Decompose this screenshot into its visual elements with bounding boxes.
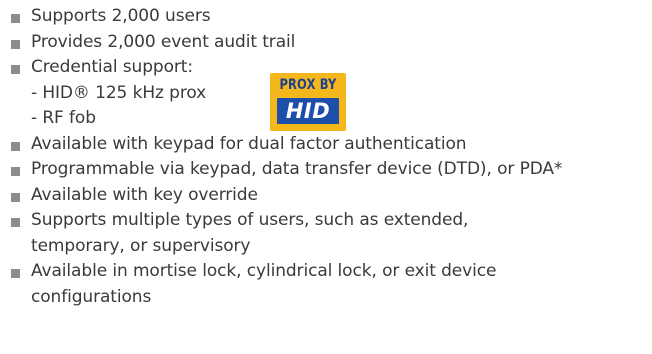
feature-item: Programmable via keypad, data transfer d…	[10, 157, 650, 183]
feature-item: Provides 2,000 event audit trail	[10, 30, 650, 56]
bullet-square-icon	[11, 167, 20, 176]
feature-text: Programmable via keypad, data transfer d…	[31, 159, 563, 179]
feature-item: Available with keypad for dual factor au…	[10, 132, 650, 158]
bullet-square-icon	[11, 65, 20, 74]
feature-item: Supports multiple types of users, such a…	[10, 208, 650, 259]
feature-item: Available with key override	[10, 183, 650, 209]
bullet-square-icon	[11, 269, 20, 278]
bullet-square-icon	[11, 192, 20, 202]
feature-text: Available with key override	[31, 184, 258, 205]
feature-text-continued: configurations	[31, 286, 152, 307]
feature-item: Available in mortise lock, cylindrical l…	[10, 259, 650, 310]
feature-text: Supports 2,000 users	[31, 6, 211, 26]
feature-text: Provides 2,000 event audit trail	[31, 31, 296, 52]
bullet-square-icon	[11, 141, 20, 151]
feature-list: Supports 2,000 users Provides 2,000 even…	[10, 4, 650, 310]
logo-prox-by-text: PROX BY	[279, 77, 337, 93]
bullet-square-icon	[11, 14, 20, 23]
feature-text: Supports multiple types of users, such a…	[31, 210, 469, 230]
bullet-square-icon	[11, 39, 20, 49]
feature-text: Available in mortise lock, cylindrical l…	[31, 261, 497, 281]
feature-item: Supports 2,000 users	[10, 4, 650, 30]
bullet-square-icon	[11, 218, 20, 227]
feature-text-continued: temporary, or supervisory	[31, 235, 251, 256]
prox-by-hid-logo: PROX BY HID	[270, 73, 346, 131]
logo-hid-text: HID	[277, 98, 339, 124]
feature-text: Available with keypad for dual factor au…	[31, 133, 467, 154]
